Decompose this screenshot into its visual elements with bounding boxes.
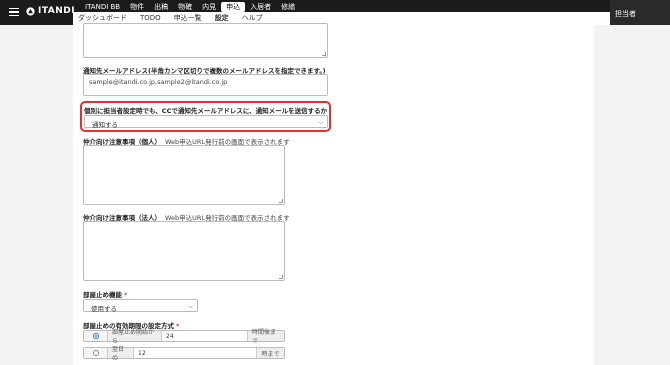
cc-notify-label: 個別に担当者設定時でも、CCで通知先メールアドレスに、通知メールを送信するか <box>84 107 328 115</box>
broker-notes-individual-textarea[interactable] <box>83 145 285 205</box>
room-hold-period-option-nextday: 翌日の 12 時まで <box>83 346 285 362</box>
user-menu[interactable]: 担当者 <box>610 0 670 25</box>
top-nav-itandi-bb[interactable]: ITANDI BB <box>80 2 125 12</box>
top-nav-confirmation[interactable]: 物確 <box>173 2 197 12</box>
room-hold-selected: 使用する <box>91 305 117 313</box>
top-nav-listing[interactable]: 出稿 <box>149 2 173 12</box>
cc-notify-selected: 通知する <box>92 121 118 129</box>
resize-handle[interactable] <box>279 275 283 279</box>
top-nav-viewing[interactable]: 内見 <box>197 2 221 12</box>
chevron-down-icon: ⌵ <box>188 303 193 310</box>
hours-suffix: 時間後まで <box>248 329 284 345</box>
broker-notes-corporate-textarea[interactable] <box>83 221 285 281</box>
itandi-logo[interactable]: ITANDI <box>26 6 75 16</box>
previous-textarea[interactable] <box>83 23 328 58</box>
menu-icon[interactable] <box>9 8 19 17</box>
required-mark: * <box>176 322 180 330</box>
hours-prefix: 部屋止め開始から <box>108 329 162 345</box>
top-nav-application[interactable]: 申込 <box>221 2 246 12</box>
top-nav-properties[interactable]: 物件 <box>125 2 149 12</box>
settings-form: 通知先メールアドレス(半角カンマ区切りで複数のメールアドレスを指定できます。) … <box>73 23 594 365</box>
notify-email-value: sample@itandi.co.jp,sample2@itandi.co.jp <box>89 78 228 86</box>
user-label: 担当者 <box>615 10 636 18</box>
top-nav: ITANDI BB 物件 出稿 物確 内見 申込 入居者 修繕 <box>80 2 300 12</box>
top-nav-repairs[interactable]: 修繕 <box>276 2 300 12</box>
radio-hours[interactable] <box>92 333 99 339</box>
room-hold-period-option-hours: 部屋止め開始から 24 時間後まで <box>83 329 285 345</box>
radio-nextday[interactable] <box>92 350 99 356</box>
nextday-suffix: 時まで <box>257 348 284 358</box>
tab-todo[interactable]: TODO <box>140 14 161 23</box>
required-mark: * <box>124 291 128 299</box>
hours-input[interactable]: 24 <box>162 331 248 341</box>
nextday-prefix: 翌日の <box>108 346 134 362</box>
nextday-input[interactable]: 12 <box>134 348 257 358</box>
room-hold-select[interactable]: 使用する ⌵ <box>83 299 198 313</box>
resize-handle[interactable] <box>322 52 326 56</box>
notify-email-field[interactable]: sample@itandi.co.jp,sample2@itandi.co.jp <box>83 74 328 96</box>
room-hold-label: 部屋止め機能 * <box>83 291 128 299</box>
cc-notify-select[interactable]: 通知する ⌵ <box>84 115 328 129</box>
itandi-logo-icon <box>26 6 35 16</box>
logo-text: ITANDI <box>38 6 76 16</box>
top-bar: ITANDI ITANDI BB 物件 出稿 物確 内見 申込 入居者 修繕 ダ… <box>0 0 670 25</box>
top-nav-tenants[interactable]: 入居者 <box>245 2 276 12</box>
resize-handle[interactable] <box>279 199 283 203</box>
chevron-down-icon: ⌵ <box>318 119 323 126</box>
